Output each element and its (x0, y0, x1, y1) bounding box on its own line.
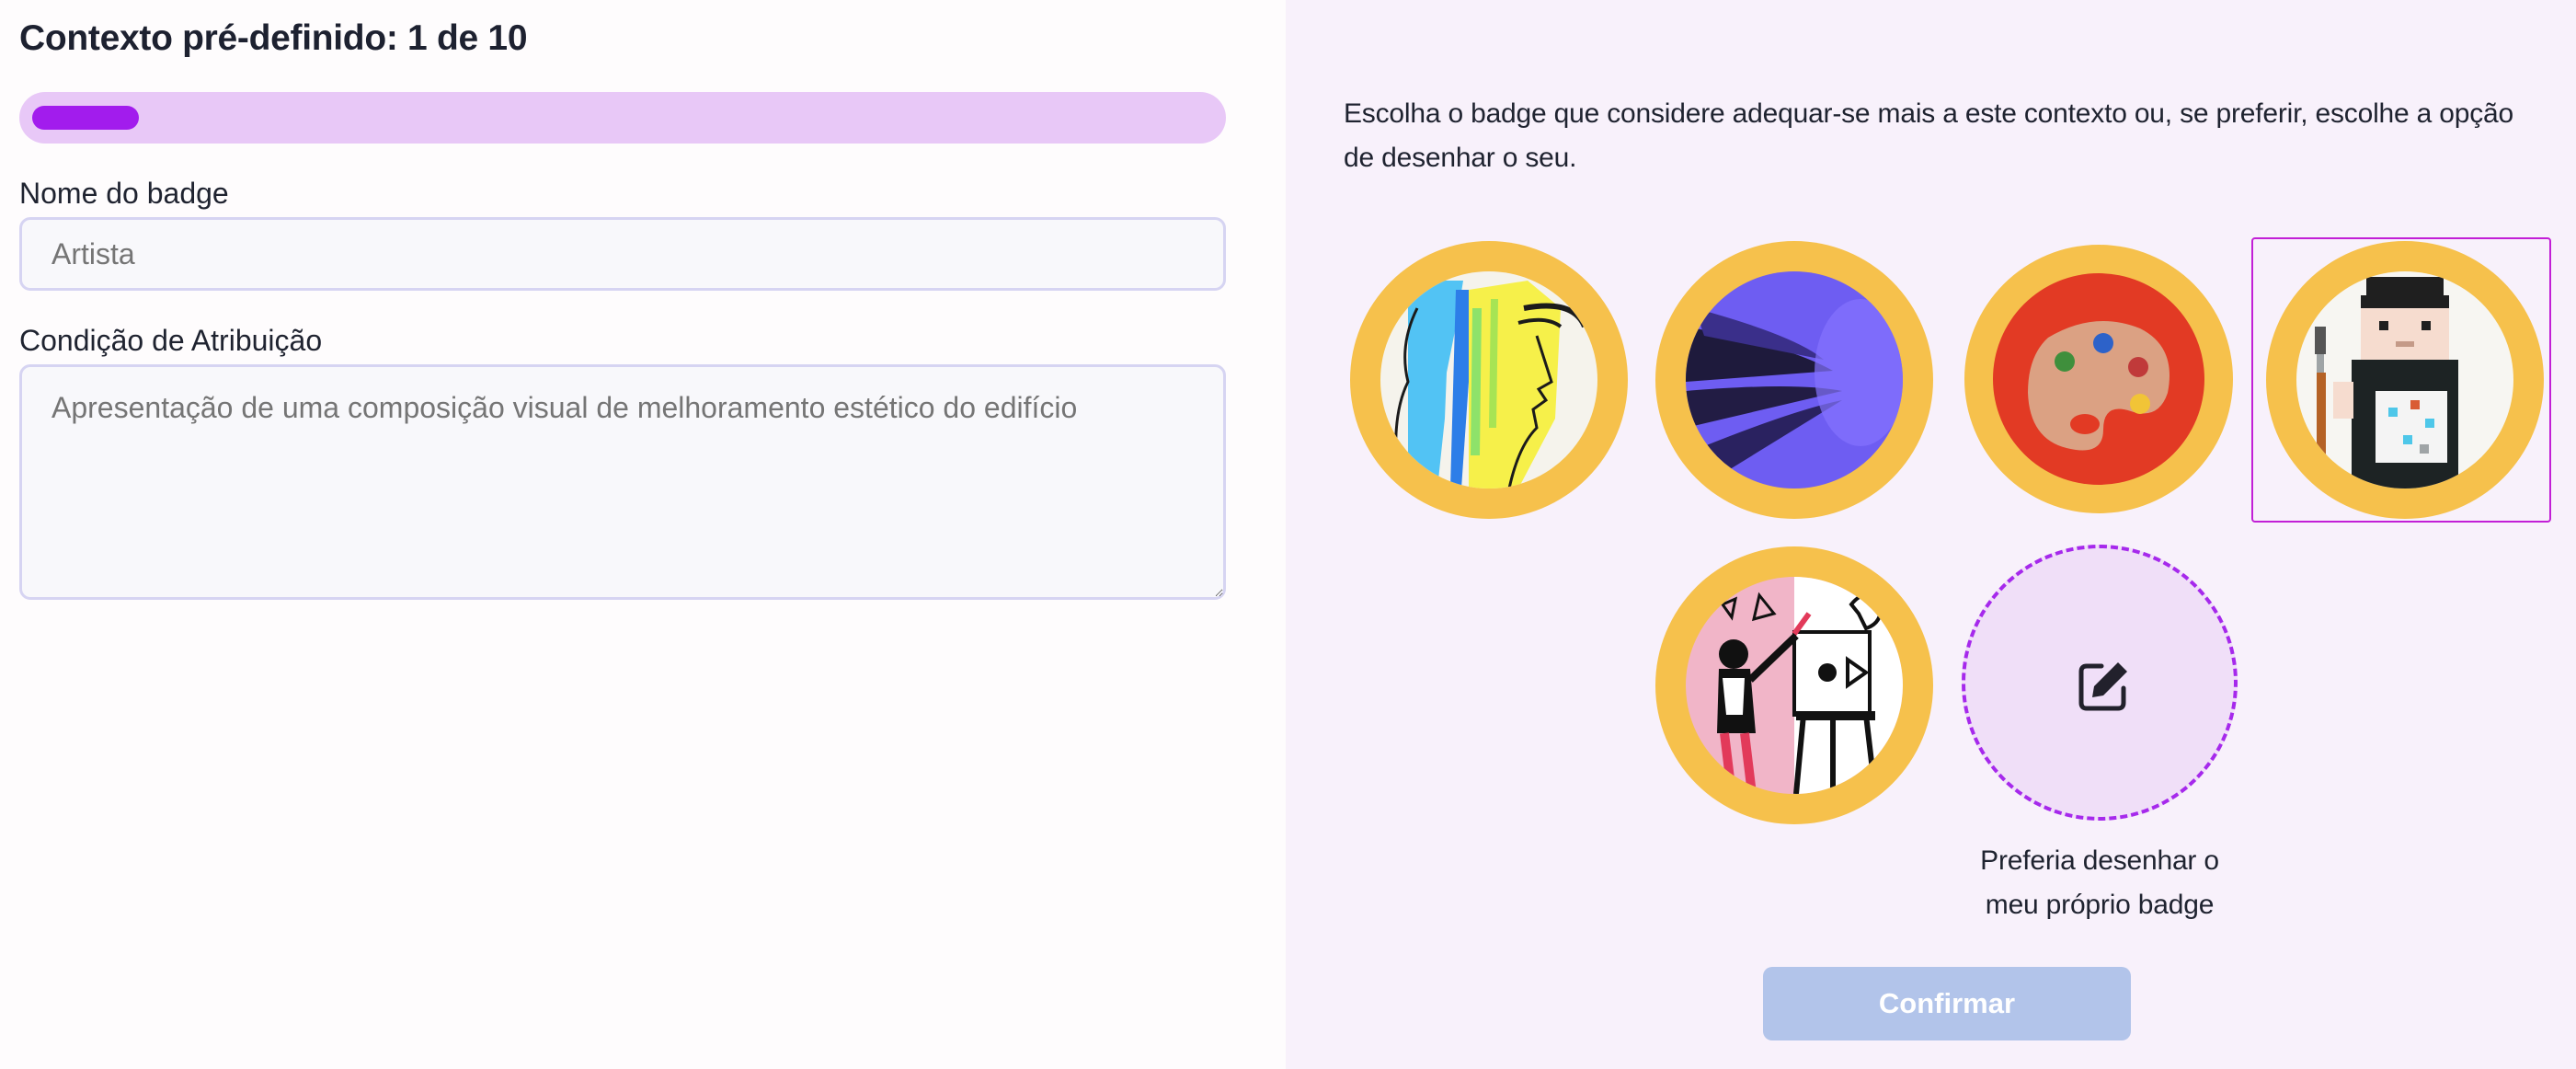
condition-textarea[interactable] (19, 364, 1226, 600)
draw-own-caption: Preferia desenhar o meu próprio badge (1980, 845, 2219, 920)
badge-name-label: Nome do badge (19, 177, 229, 210)
edit-icon (2078, 662, 2127, 711)
purple-abstract-icon (1686, 271, 1903, 489)
draw-own-badge-button[interactable] (1962, 545, 2238, 821)
page-title: Contexto pré-definido: 1 de 10 (19, 18, 528, 58)
instructions-text: Escolha o badge que considere adequar-se… (1344, 98, 2514, 173)
badge-option-5[interactable] (1655, 546, 1933, 824)
badge-option-2[interactable] (1655, 241, 1933, 519)
confirm-button[interactable]: Confirmar (1763, 967, 2131, 1040)
artist-painting-icon (1686, 577, 1903, 794)
abstract-face-icon (1380, 271, 1597, 489)
badge-option-4[interactable] (2266, 241, 2544, 519)
form-panel: Contexto pré-definido: 1 de 10 Nome do b… (0, 0, 1286, 1069)
badge-name-input[interactable] (19, 217, 1226, 291)
condition-label: Condição de Atribuição (19, 324, 323, 357)
progress-fill (32, 106, 139, 130)
pixel-painter-icon (2296, 271, 2513, 489)
badge-option-3[interactable] (1964, 245, 2233, 513)
paint-palette-icon (1993, 273, 2204, 485)
progress-bar (19, 92, 1226, 144)
badge-option-1[interactable] (1350, 241, 1628, 519)
